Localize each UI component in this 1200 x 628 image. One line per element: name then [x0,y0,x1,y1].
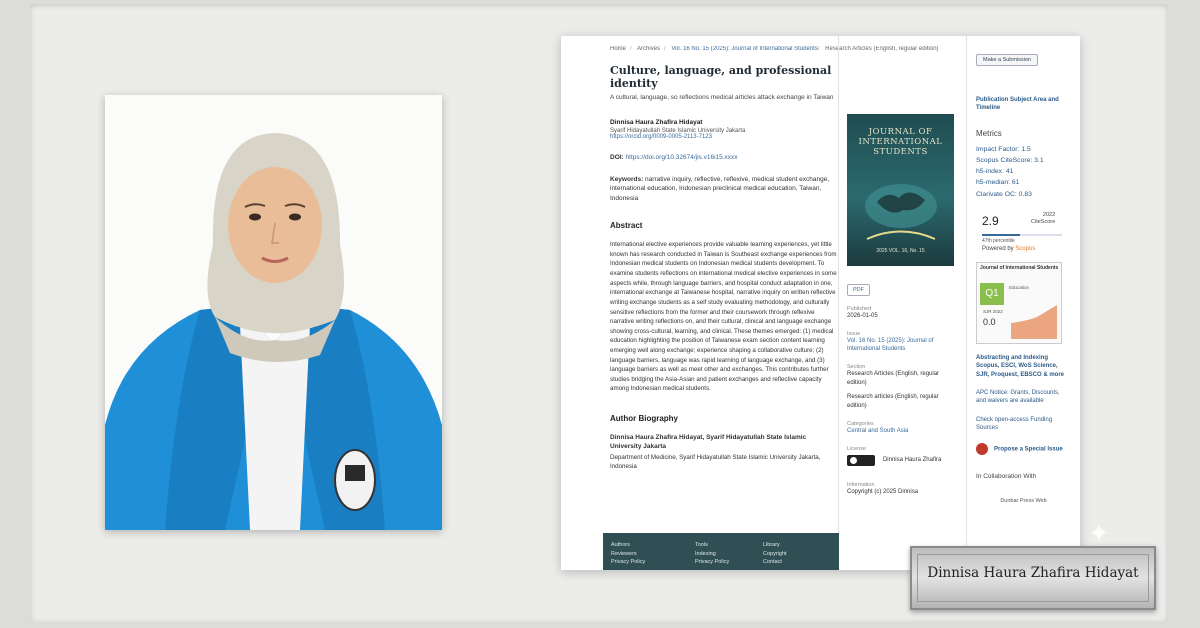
breadcrumb-issue[interactable]: Vol. 16 No. 15 (2025): Journal of Intern… [671,46,817,52]
abstract-heading: Abstract [610,221,643,231]
abstract-text: International elective experiences provi… [610,241,837,393]
sjr-widget[interactable]: Journal of International Students Q1 Edu… [976,261,1062,344]
bio-heading: Author Biography [610,414,678,424]
doi-label: DOI: [610,154,624,161]
article-main-column: Culture, language, and professional iden… [610,64,838,472]
metric-item: h5-index: 41 [976,168,1014,176]
citescore-year: 2022 CiteScore [1031,212,1055,226]
license-label: License [847,445,866,452]
breadcrumb-section: Research Articles (English, regular edit… [825,46,939,52]
breadcrumb-home[interactable]: Home [610,46,626,52]
breadcrumb: Home / Archives / Vol. 16 No. 15 (2025): J… [610,46,939,52]
sjr-trend-chart-icon [1011,304,1057,339]
collaboration-heading: In Collaboration With [976,472,1037,480]
bio-name: Dinnisa Haura Zhafira Hidayat, Syarif Hi… [610,434,807,451]
footer-link[interactable]: Tools [695,541,729,550]
right-sidebar: Make a Submission Publication Subject Ar… [976,54,1071,504]
metric-item: Impact Factor: 1.5 [976,145,1031,153]
citescore-value: 2.9 [982,213,999,228]
subject-area-link[interactable]: Publication Subject Area and Timeline [976,96,1071,113]
metric-item: Scopus CiteScore: 3.1 [976,156,1044,164]
portrait-photo [105,95,442,530]
sparkle-icon: ✦ [1088,518,1110,548]
doi-row: DOI: https://doi.org/10.32674/jis.v16i15… [610,154,838,161]
citescore-percentile-bar [982,233,1062,236]
keywords: Keywords: narrative inquiry, reflective,… [610,175,838,203]
categories-link[interactable]: Central and South Asia [847,427,959,436]
published-value: 2026-01-05 [847,313,878,319]
name-plate: Dinnisa Haura Zhafira Hidayat [910,546,1156,610]
page-footer: Authors Reviewers Privacy Policy Tools I… [603,533,839,570]
powered-by-label: Powered by [982,245,1014,252]
propose-special-issue-link[interactable]: Propose a Special Issue [976,442,1071,455]
powered-by: Powered by Scopus [982,246,1035,252]
journal-cover[interactable]: JOURNAL OF INTERNATIONAL STUDENTS 2025 V… [847,114,954,266]
journal-article-page: Home / Archives / Vol. 16 No. 15 (2025): J… [561,36,1080,570]
open-access-link[interactable]: Check open-access Funding Sources [976,416,1071,433]
footer-link[interactable]: Reviewers [611,550,645,559]
article-title: Culture, language, and professional iden… [610,64,832,90]
keywords-value: narrative inquiry, reflective, reflexive… [610,176,830,202]
keywords-label: Keywords: [610,176,644,183]
globe-icon [865,184,937,240]
apc-link[interactable]: APC Notice: Grants, Discounts, and waive… [976,389,1071,406]
column-divider [838,36,839,570]
citescore-year-value: 2022 [1042,211,1056,218]
bio-affiliation: Department of Medicine, Syarif Hidayatul… [610,453,821,470]
footer-link[interactable]: Privacy Policy [695,558,729,567]
cover-issue: 2025 VOL. 16, No. 15 [876,248,925,254]
author-name: Dinnisa Haura Zhafira Hidayat [610,119,703,126]
metric-item: Clarivate OC: 0.83 [976,190,1032,198]
footer-link[interactable]: Indexing [695,550,729,559]
section-value: Research Articles (English, regular edit… [847,371,940,386]
breadcrumb-archives[interactable]: Archives [637,46,660,52]
badge-icon [976,442,988,455]
indexing-link[interactable]: Abstracting and Indexing Scopus, ESCI, W… [976,354,1071,379]
license-row: Dinnisa Haura Zhafira [847,454,959,466]
citescore-widget[interactable]: 2.9 2022 CiteScore 47th percentile Power… [976,210,1071,256]
footer-link[interactable]: Contact [763,558,787,567]
creative-commons-icon[interactable] [847,454,875,466]
scopus-brand: Scopus [1015,245,1036,252]
footer-link[interactable]: Privacy Policy [611,558,645,567]
make-submission-button[interactable]: Make a Submission [976,54,1038,66]
footer-link[interactable]: Copyright [763,550,787,559]
article-meta-column: JOURNAL OF INTERNATIONAL STUDENTS 2025 V… [847,114,959,496]
propose-label: Propose a Special Issue [994,446,1063,453]
metrics-heading: Metrics [976,128,1002,138]
copyright-text: Copyright (c) 2025 Dinnisa [847,488,919,495]
column-divider [966,36,967,570]
pdf-download-button[interactable]: PDF [847,284,870,296]
metric-item: h5-median: 61 [976,179,1020,187]
name-plate-text: Dinnisa Haura Zhafira Hidayat [927,565,1139,581]
doi-link[interactable]: https://doi.org/10.32674/jis.v16i15.xxxx [626,154,738,161]
author-orcid-link[interactable]: https://orcid.org/0009-0005-2113-7123 [610,134,838,140]
section-value: Research articles (English, regular edit… [847,394,939,410]
citescore-label: CiteScore [1031,218,1056,225]
license-holder: Dinnisa Haura Zhafira [882,457,942,463]
collaboration-text: Dunbar Press Web [1000,497,1047,504]
article-subtitle: A cultural, language, so reflections med… [610,94,834,101]
footer-link[interactable]: Authors [611,541,645,550]
footer-link[interactable]: Library [763,541,787,550]
issue-link[interactable]: Vol. 16 No. 15 (2025): Journal of Intern… [847,337,959,354]
citescore-percentile: 47th percentile [982,237,1015,244]
